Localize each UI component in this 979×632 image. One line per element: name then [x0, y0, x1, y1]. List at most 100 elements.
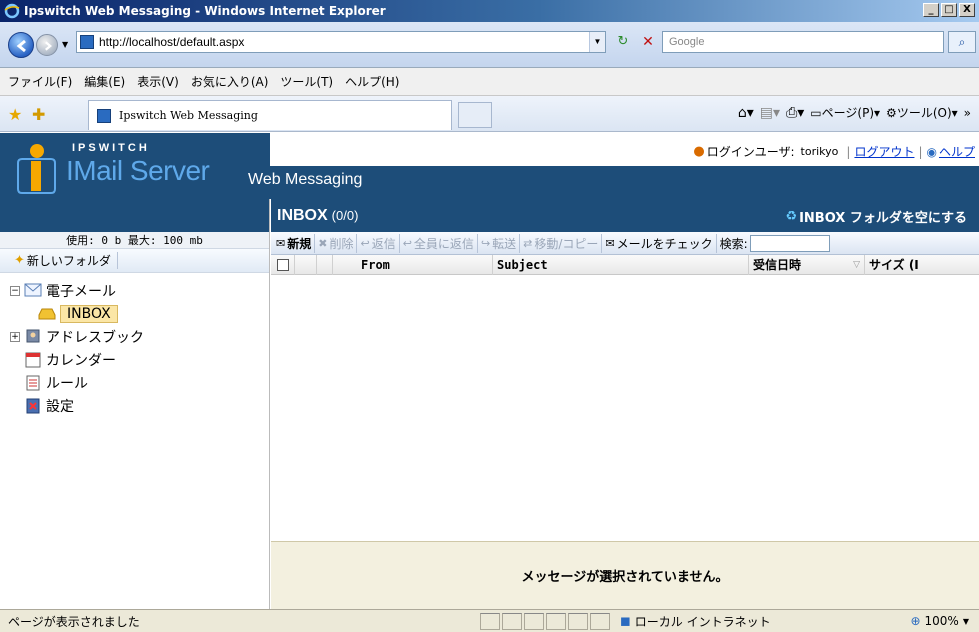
- tree-item-settings[interactable]: 設定: [0, 394, 269, 417]
- add-favorite-icon[interactable]: ✚: [32, 105, 45, 124]
- empty-folder-button[interactable]: ♻ INBOX フォルダを空にする: [785, 207, 967, 226]
- gear-icon: ⚙: [886, 106, 897, 120]
- home-icon[interactable]: ⌂▾: [738, 105, 754, 121]
- tools-menu[interactable]: ⚙ツール(O)▾: [886, 104, 958, 121]
- message-list[interactable]: [271, 275, 979, 527]
- menu-help[interactable]: ヘルプ(H): [341, 73, 407, 90]
- no-message-text: メッセージが選択されていません。: [521, 570, 729, 585]
- select-all-checkbox[interactable]: [277, 258, 289, 271]
- new-message-button[interactable]: ✉ 新規: [273, 233, 316, 253]
- ie-icon: [4, 3, 20, 19]
- reply-button[interactable]: ↩ 返信: [357, 233, 400, 253]
- command-bar: ★ ✚ Ipswitch Web Messaging ⌂▾ ▤▾ ⎙▾ ▭ページ…: [0, 96, 979, 132]
- forward-mail-label: 転送: [492, 236, 517, 251]
- intranet-icon: ◼: [620, 613, 631, 629]
- back-arrow-icon: [16, 39, 26, 53]
- help-link[interactable]: ヘルプ: [939, 143, 975, 160]
- search-icon[interactable]: ⌕: [948, 31, 976, 53]
- help-icon: ◉: [926, 144, 937, 159]
- flag-column[interactable]: [295, 254, 317, 275]
- page-menu[interactable]: ▭ページ(P)▾: [810, 104, 880, 121]
- search-input[interactable]: Google: [662, 31, 944, 53]
- forward-mail-button[interactable]: ↪ 転送: [478, 233, 521, 253]
- tree-label-inbox: INBOX: [60, 304, 118, 323]
- new-tab-button[interactable]: [458, 102, 492, 128]
- tree-item-inbox[interactable]: INBOX: [0, 302, 269, 325]
- tree-item-rules[interactable]: ルール: [0, 371, 269, 394]
- check-mail-label: メールをチェック: [616, 236, 713, 251]
- menu-edit[interactable]: 編集(E): [80, 73, 133, 90]
- url-text: http://localhost/default.aspx: [99, 35, 245, 49]
- check-mail-button[interactable]: ✉ メールをチェック: [602, 233, 717, 253]
- url-field[interactable]: http://localhost/default.aspx ▼: [76, 31, 606, 53]
- maximize-button[interactable]: □: [941, 3, 957, 17]
- reply-all-button[interactable]: ↩ 全員に返信: [400, 233, 478, 253]
- zoom-control[interactable]: ⊕ 100% ▼: [910, 614, 969, 628]
- menu-tools[interactable]: ツール(T): [276, 73, 341, 90]
- browser-tab[interactable]: Ipswitch Web Messaging: [88, 100, 452, 130]
- empty-folder-label: INBOX フォルダを空にする: [799, 211, 967, 226]
- calendar-icon: [24, 352, 42, 368]
- folder-icon: ✦: [14, 253, 25, 268]
- mailbox-count: (0/0): [331, 208, 359, 223]
- forward-arrow-icon: [45, 41, 53, 51]
- close-button[interactable]: X: [959, 3, 975, 17]
- status-segment: [590, 612, 610, 630]
- separator: |: [846, 144, 851, 159]
- tree-item-mail[interactable]: − 電子メール: [0, 279, 269, 302]
- message-toolbar: ✉ 新規 ✖ 削除 ↩ 返信 ↩ 全員に返信 ↪ 転送 ⇄ 移動/コピー ✉ メールをチェック…: [271, 232, 979, 255]
- url-dropdown-icon[interactable]: ▼: [589, 32, 605, 52]
- collapse-icon[interactable]: −: [10, 285, 20, 296]
- product-name: IMail Server: [66, 155, 210, 186]
- forward-mail-icon: ↪: [480, 236, 491, 250]
- status-segment: [568, 612, 588, 630]
- check-mail-icon: ✉: [605, 236, 615, 250]
- move-copy-button[interactable]: ⇄ 移動/コピー: [520, 233, 603, 253]
- from-column-header[interactable]: From: [333, 254, 493, 275]
- tree-item-addressbook[interactable]: + アドレスブック: [0, 325, 269, 348]
- back-button[interactable]: [8, 32, 34, 58]
- status-bar: ページが表示されました ◼ ローカル イントラネット ⊕ 100% ▼: [0, 609, 979, 632]
- sort-desc-icon: ▽: [853, 259, 860, 270]
- print-icon[interactable]: ⎙▾: [786, 105, 804, 121]
- menu-favorites[interactable]: お気に入り(A): [187, 73, 277, 90]
- menu-view[interactable]: 表示(V): [133, 73, 187, 90]
- new-folder-button[interactable]: ✦ 新しいフォルダ: [14, 252, 118, 269]
- folder-toolbar: ✦ 新しいフォルダ: [0, 249, 269, 273]
- new-message-icon: ✉: [276, 236, 286, 250]
- chevron-more-icon[interactable]: »: [964, 106, 971, 120]
- app-banner: IPSWITCH IMail Server Web Messaging ● ログ…: [0, 133, 979, 199]
- move-copy-icon: ⇄: [523, 236, 533, 250]
- minimize-button[interactable]: _: [923, 3, 939, 17]
- delete-button[interactable]: ✖ 削除: [315, 233, 358, 253]
- preview-pane: メッセージが選択されていません。: [271, 541, 979, 609]
- feeds-icon[interactable]: ▤▾: [760, 105, 780, 121]
- ipswitch-logo-icon: [17, 144, 56, 194]
- tree-item-calendar[interactable]: カレンダー: [0, 348, 269, 371]
- mailbox-header: INBOX (0/0) ♻ INBOX フォルダを空にする: [271, 199, 979, 232]
- address-bar-row: ▼ http://localhost/default.aspx ▼ ↻ ✕ Go…: [0, 22, 979, 68]
- mail-search-input[interactable]: [749, 234, 830, 252]
- reply-all-label: 全員に返信: [413, 236, 474, 251]
- menu-bar: ファイル(F) 編集(E) 表示(V) お気に入り(A) ツール(T) ヘルプ(…: [0, 68, 979, 96]
- expand-icon[interactable]: +: [10, 331, 20, 342]
- zone-label: ローカル イントラネット: [634, 614, 771, 629]
- favorites-star-icon[interactable]: ★: [8, 105, 22, 124]
- mail-search: 検索:: [717, 234, 830, 253]
- refresh-icon[interactable]: ↻: [613, 33, 633, 53]
- select-all-column[interactable]: [271, 254, 295, 275]
- attachment-column[interactable]: [317, 254, 333, 275]
- security-zone[interactable]: ◼ ローカル イントラネット: [620, 613, 836, 630]
- tree-label-calendar: カレンダー: [46, 352, 116, 369]
- received-column-header[interactable]: 受信日時 ▽: [749, 254, 865, 275]
- logout-link[interactable]: ログアウト: [854, 143, 914, 160]
- move-copy-label: 移動/コピー: [534, 236, 599, 251]
- reply-all-icon: ↩: [402, 236, 412, 250]
- forward-button[interactable]: [36, 34, 58, 56]
- size-column-header[interactable]: サイズ (I: [865, 255, 979, 275]
- menu-file[interactable]: ファイル(F): [4, 73, 80, 90]
- trash-icon: ♻: [785, 209, 798, 224]
- history-dropdown-icon[interactable]: ▼: [62, 40, 68, 49]
- subject-column-header[interactable]: Subject: [493, 254, 749, 275]
- stop-icon[interactable]: ✕: [638, 33, 658, 53]
